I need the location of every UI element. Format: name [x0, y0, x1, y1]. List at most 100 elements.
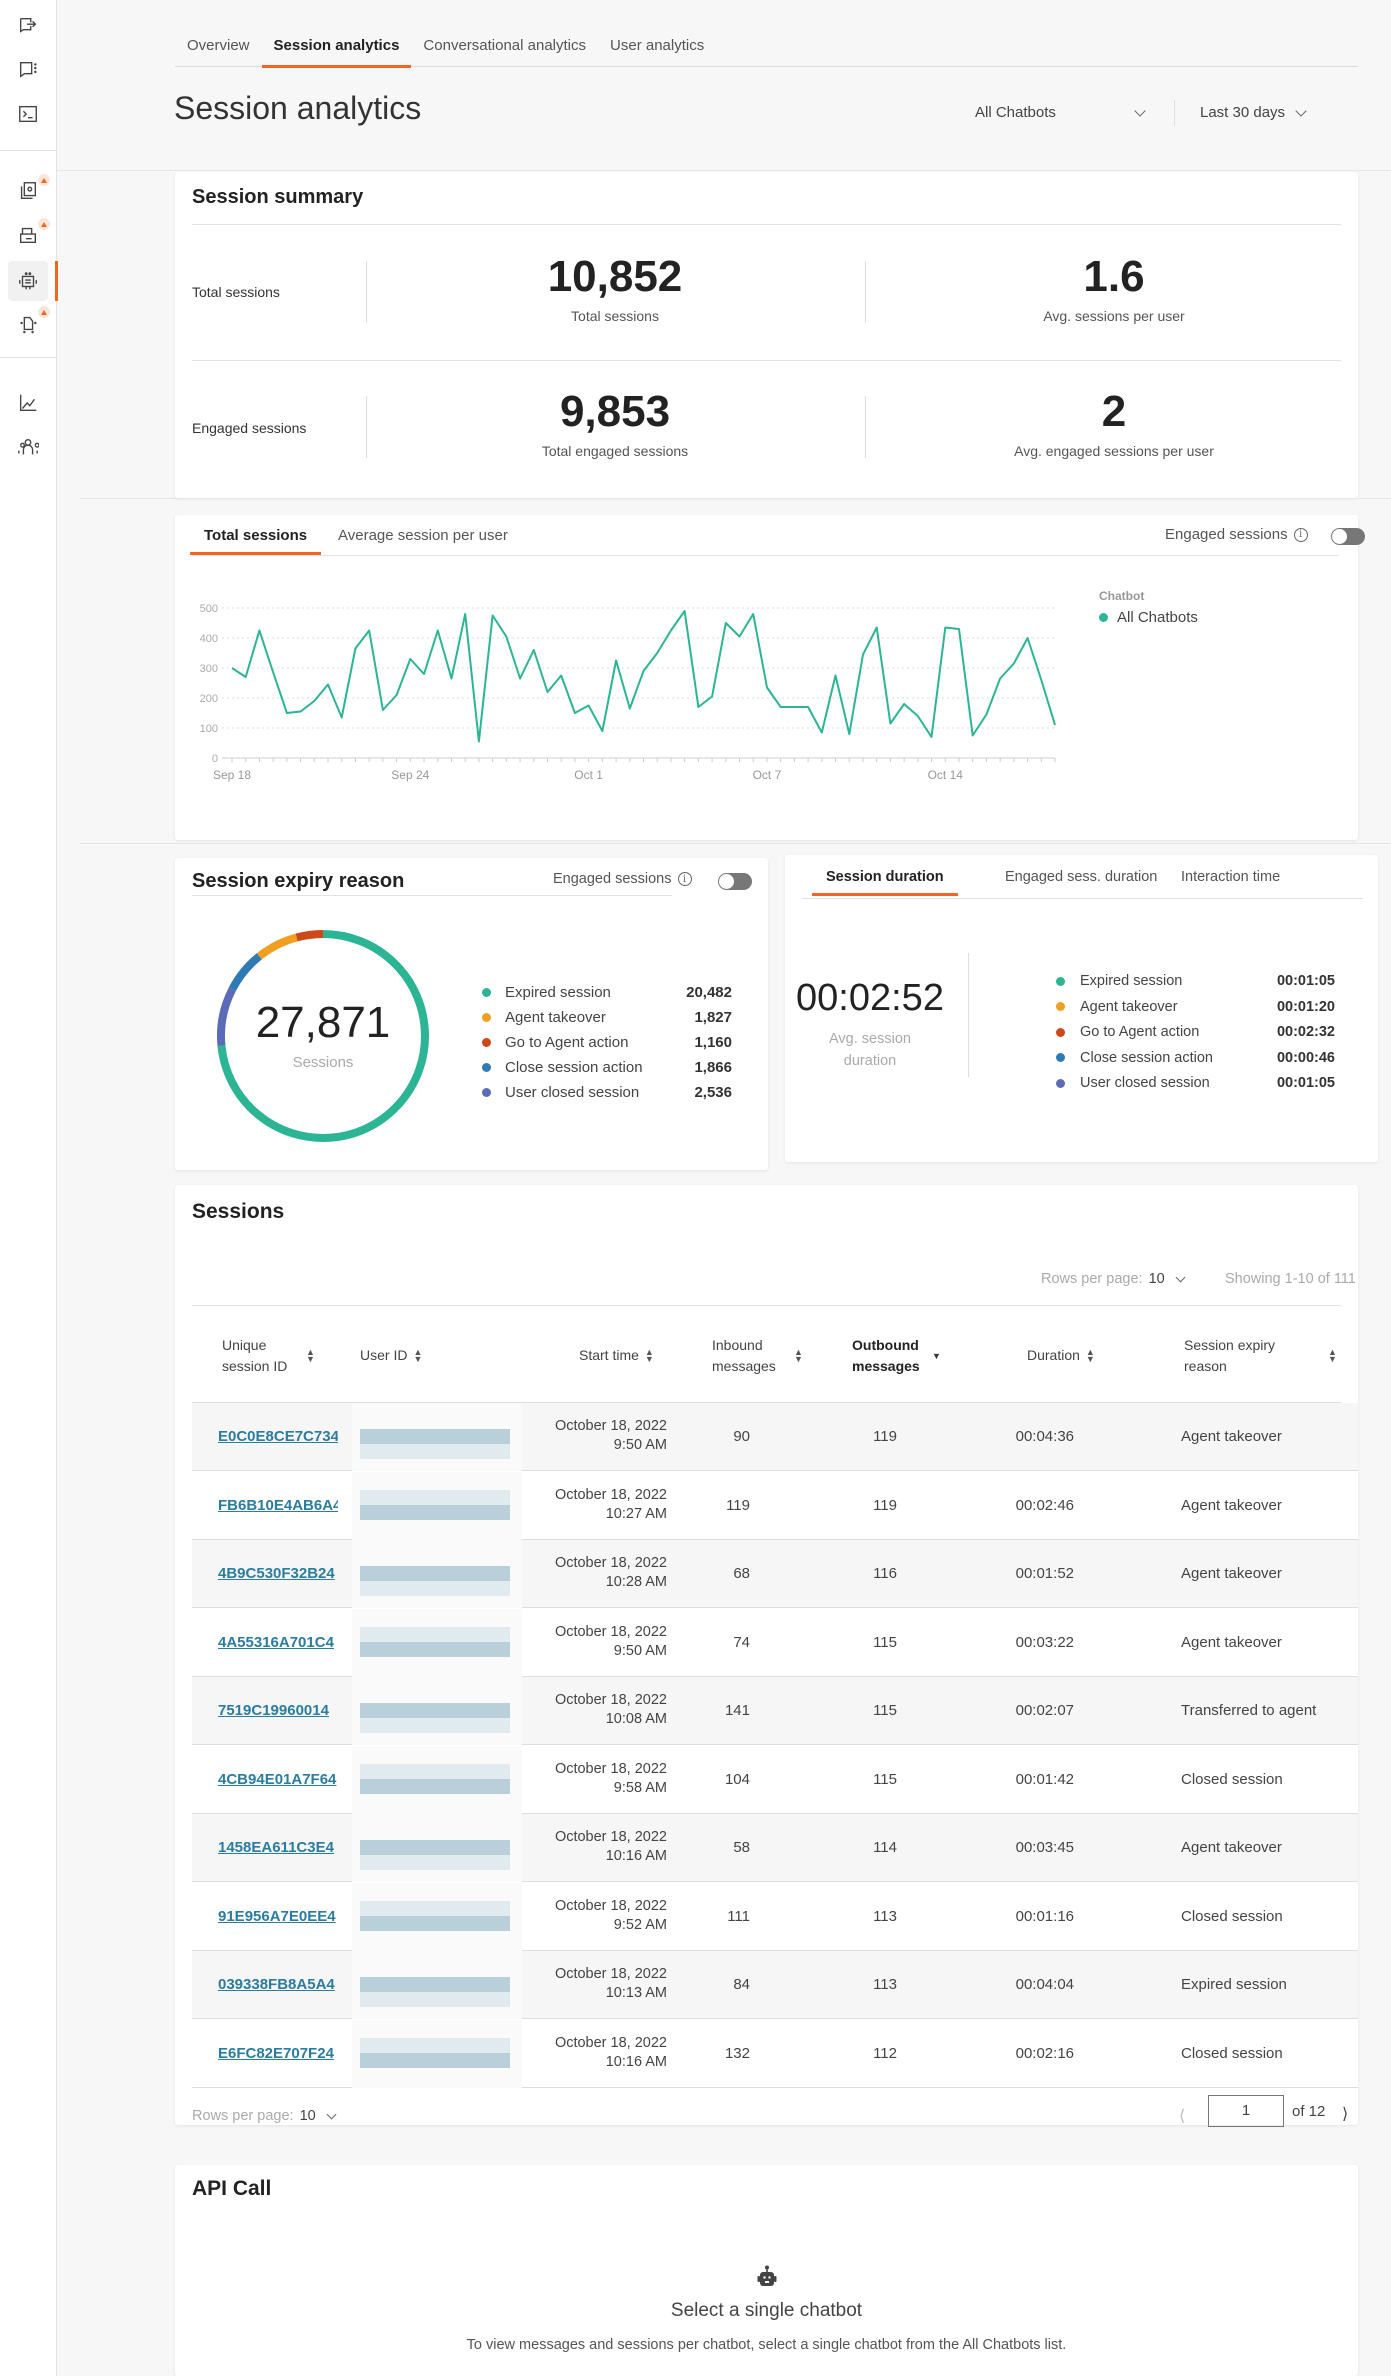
- legend-swatch: [1056, 1053, 1065, 1062]
- tab-user-analytics[interactable]: User analytics: [598, 30, 716, 67]
- prev-page-icon[interactable]: ⟨: [1179, 2106, 1185, 2126]
- redaction-block: [360, 1763, 510, 1779]
- tab-engaged-session-duration[interactable]: Engaged sess. duration: [1005, 869, 1157, 895]
- info-icon[interactable]: i: [677, 872, 692, 886]
- session-expiry-title: Session expiry reason: [192, 870, 405, 892]
- rows-per-page-bottom[interactable]: Rows per page: 10: [192, 2108, 337, 2124]
- redaction-block: [360, 1778, 510, 1794]
- donut-slice-close-session-action[interactable]: [228, 953, 262, 992]
- sort-icon[interactable]: ▲ ▼: [1086, 1348, 1095, 1364]
- legend-value: 2,536: [694, 1084, 732, 1101]
- header-text: Inbound: [712, 1337, 763, 1353]
- sort-icon[interactable]: ▲ ▼: [645, 1348, 654, 1364]
- session-duration-card: Session duration Engaged sess. duration …: [785, 855, 1378, 1162]
- sort-icon[interactable]: ▲ ▼: [306, 1348, 315, 1364]
- duration: 00:04:04: [1015, 1976, 1074, 1993]
- start-time: October 18, 2022 9:50 AM: [532, 1417, 667, 1455]
- upgrade-badge-icon: [38, 218, 50, 230]
- date-filter-dropdown[interactable]: Last 30 days: [1200, 104, 1307, 121]
- expiry-reason: Agent takeover: [1181, 1633, 1282, 1651]
- sort-icon[interactable]: ▲ ▼: [413, 1348, 422, 1364]
- session-id-link[interactable]: 4A55316A701C4: [218, 1634, 338, 1651]
- start-date: October 18, 2022: [554, 1623, 667, 1640]
- rows-per-page-top[interactable]: Rows per page: 10: [1041, 1271, 1186, 1287]
- session-id-link[interactable]: E0C0E8CE7C734: [218, 1428, 338, 1445]
- expiry-reason: Expired session: [1181, 1976, 1287, 1993]
- table-row[interactable]: 039338FB8A5A4 October 18, 2022 10:13 AM 8…: [192, 1951, 1358, 2019]
- info-icon[interactable]: i: [1293, 527, 1308, 542]
- legend-swatch: [1056, 1027, 1065, 1037]
- legend-item: Agent takeover: [1056, 999, 1178, 1015]
- column-header-inbound[interactable]: Inbound messages: [712, 1335, 776, 1377]
- table-row[interactable]: 1458EA611C3E4 October 18, 2022 10:16 AM 5…: [192, 1814, 1358, 1882]
- terminal-icon[interactable]: [14, 100, 42, 128]
- donut-slice-go-to-agent-action[interactable]: [295, 930, 324, 942]
- tab-session-duration[interactable]: Session duration: [812, 869, 958, 896]
- donut-slice-agent-takeover[interactable]: [256, 933, 298, 960]
- legend-value: 00:01:05: [1276, 973, 1335, 989]
- table-row[interactable]: 7519C19960014 October 18, 2022 10:08 AM 1…: [192, 1677, 1358, 1745]
- analytics-icon[interactable]: [14, 389, 42, 417]
- legend-swatch: [1099, 613, 1108, 622]
- expiry-reason: Transferred to agent: [1181, 1702, 1317, 1719]
- session-id-link[interactable]: E6FC82E707F24: [218, 2045, 338, 2062]
- table-row[interactable]: FB6B10E4AB6A4 October 18, 2022 10:27 AM 1…: [192, 1471, 1358, 1540]
- column-header-session-id[interactable]: Unique session ID: [222, 1335, 287, 1377]
- column-header-outbound[interactable]: Outbound messages: [852, 1335, 920, 1377]
- legend-item: Expired session: [1056, 973, 1182, 989]
- session-id-link[interactable]: 4B9C530F32B24: [218, 1565, 338, 1582]
- session-id-link[interactable]: 1458EA611C3E4: [218, 1839, 338, 1856]
- session-id-link[interactable]: 039338FB8A5A4: [218, 1976, 338, 1993]
- chat-options-icon[interactable]: [14, 56, 42, 84]
- sort-icon[interactable]: ▲ ▼: [1328, 1348, 1337, 1364]
- y-tick-label: 0: [212, 753, 218, 765]
- sort-icon[interactable]: ▲ ▼: [794, 1348, 803, 1364]
- inbound-count: 84: [733, 1976, 750, 1993]
- sort-desc-icon[interactable]: ▼: [932, 1351, 941, 1361]
- column-header-expiry-reason[interactable]: Session expiry reason: [1184, 1335, 1275, 1377]
- table-row[interactable]: 91E956A7E0EE4 October 18, 2022 9:52 AM 11…: [192, 1882, 1358, 1951]
- engaged-sessions-toggle-label: Engaged sessions i: [1165, 526, 1308, 543]
- engaged-sessions-toggle[interactable]: [1331, 528, 1365, 545]
- expiry-reason: Agent takeover: [1181, 1428, 1282, 1445]
- redaction-block: [360, 1444, 510, 1459]
- session-summary-title: Session summary: [192, 186, 364, 208]
- start-clock: 9:50 AM: [613, 1642, 667, 1659]
- engaged-sessions-value: 9,853: [559, 387, 671, 436]
- table-row[interactable]: E0C0E8CE7C734 October 18, 2022 9:50 AM 90…: [192, 1403, 1358, 1471]
- table-row[interactable]: E6FC82E707F24 October 18, 2022 10:16 AM 1…: [192, 2019, 1358, 2088]
- session-id-link[interactable]: 4CB94E01A7F64: [218, 1771, 338, 1788]
- page-number-input[interactable]: 1: [1208, 2095, 1284, 2127]
- column-header-start-time[interactable]: Start time ▲ ▼: [579, 1345, 654, 1366]
- table-row[interactable]: 4A55316A701C4 October 18, 2022 9:50 AM 74…: [192, 1608, 1358, 1677]
- tab-interaction-time[interactable]: Interaction time: [1181, 869, 1280, 895]
- header-text: reason: [1184, 1358, 1227, 1374]
- export-chat-icon[interactable]: [14, 12, 42, 40]
- start-date: October 18, 2022: [554, 1760, 667, 1777]
- session-id-link[interactable]: FB6B10E4AB6A4: [218, 1497, 338, 1514]
- legend-swatch: [1056, 1002, 1065, 1011]
- expiry-reason: Agent takeover: [1181, 1565, 1282, 1582]
- column-header-duration[interactable]: Duration ▲ ▼: [1027, 1345, 1095, 1366]
- table-row[interactable]: 4CB94E01A7F64 October 18, 2022 9:58 AM 10…: [192, 1745, 1358, 1814]
- engaged-sessions-toggle[interactable]: [718, 873, 752, 890]
- chatbot-icon[interactable]: [8, 261, 48, 301]
- duration: 00:02:46: [1015, 1496, 1074, 1514]
- column-header-user-id[interactable]: User ID ▲ ▼: [360, 1345, 422, 1366]
- next-page-icon[interactable]: ⟩: [1342, 2104, 1348, 2124]
- api-call-title: API Call: [192, 2177, 272, 2200]
- donut-total: 27,871: [255, 998, 391, 1047]
- user-id-redacted: [352, 1882, 522, 1951]
- legend-swatch: [482, 1038, 491, 1047]
- tab-overview[interactable]: Overview: [175, 30, 262, 67]
- chatbot-filter-dropdown[interactable]: All Chatbots: [975, 104, 1146, 121]
- table-row[interactable]: 4B9C530F32B24 October 18, 2022 10:28 AM 6…: [192, 1540, 1358, 1608]
- tab-session-analytics[interactable]: Session analytics: [261, 30, 412, 68]
- chevron-down-icon: [1175, 1272, 1186, 1282]
- section-divider: [80, 498, 1391, 499]
- start-date: October 18, 2022: [554, 2034, 667, 2051]
- session-id-link[interactable]: 91E956A7E0EE4: [218, 1908, 338, 1925]
- tab-conversational-analytics[interactable]: Conversational analytics: [411, 30, 598, 67]
- people-icon[interactable]: [14, 433, 42, 461]
- session-id-link[interactable]: 7519C19960014: [218, 1702, 338, 1719]
